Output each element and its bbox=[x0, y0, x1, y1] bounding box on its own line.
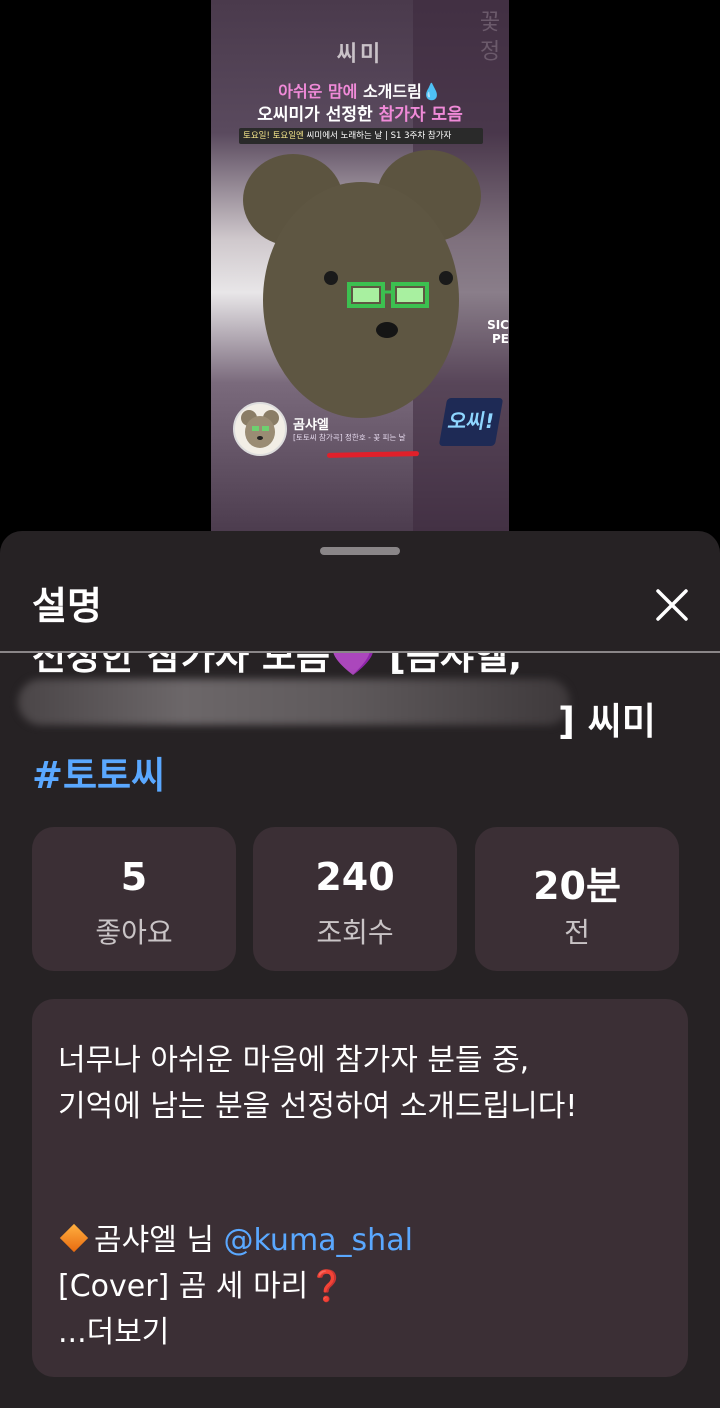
likes-stat: 5 좋아요 bbox=[32, 827, 236, 971]
video-headline-line1: 아쉬운 맘에 소개드림💧 bbox=[211, 78, 509, 102]
stats-row: 5 좋아요 240 조회수 20분 전 bbox=[32, 827, 688, 971]
likes-label: 좋아요 bbox=[95, 916, 173, 949]
program-badge: 오씨! bbox=[438, 398, 504, 446]
bear-avatar-icon bbox=[241, 410, 279, 448]
drag-handle[interactable] bbox=[320, 547, 400, 555]
close-icon[interactable] bbox=[650, 583, 694, 627]
creator-song-subtitle: [토토씨 참가곡] 정한호 - 꽃 피는 날 bbox=[293, 433, 406, 442]
hashtag-link[interactable]: #토토씨 bbox=[32, 745, 165, 799]
views-label: 조회수 bbox=[316, 916, 394, 949]
description-box[interactable]: 너무나 아쉬운 마음에 참가자 분들 중, 기억에 남는 분을 선정하여 소개드… bbox=[32, 999, 688, 1377]
description-line: 기억에 남는 분을 선정하여 소개드립니다! bbox=[58, 1089, 578, 1124]
views-count: 240 bbox=[315, 855, 395, 899]
headline-pink-text: 참가자 모음 bbox=[378, 105, 463, 125]
show-more-link[interactable]: ...더보기 bbox=[58, 1307, 169, 1351]
description-line: 너무나 아쉬운 마음에 참가자 분들 중, bbox=[58, 1043, 530, 1078]
featured-creator-line: 곰샤엘 님 @kuma_shal bbox=[58, 1215, 413, 1259]
creator-avatar bbox=[233, 402, 287, 456]
video-side-text: SIC PE bbox=[487, 318, 509, 346]
posted-time-label: 전 bbox=[564, 916, 590, 949]
headline-pink-text: 아쉬운 맘에 bbox=[278, 82, 358, 101]
views-stat: 240 조회수 bbox=[253, 827, 457, 971]
channel-logo: 씨미 bbox=[336, 42, 384, 67]
creator-mention-link[interactable]: @kuma_shal bbox=[223, 1223, 412, 1258]
red-underline-mark bbox=[326, 451, 420, 458]
video-player[interactable]: 씨미 꽃 정 아쉬운 맘에 소개드림💧 오씨미가 선정한 참가자 모음 토요일!… bbox=[211, 0, 509, 532]
featured-song-line: [Cover] 곰 세 마리❓ bbox=[58, 1261, 346, 1305]
likes-count: 5 bbox=[120, 855, 148, 899]
featured-creator-name: 곰샤엘 님 bbox=[94, 1223, 224, 1258]
featured-song-title: [Cover] 곰 세 마리 bbox=[58, 1269, 309, 1304]
video-title-line2-end: ] 씨미 bbox=[558, 700, 656, 743]
orange-diamond-icon bbox=[59, 1223, 89, 1253]
headline-text: 오씨미가 선정한 bbox=[257, 105, 379, 125]
description-sheet: 설명 선정한 참가자 모음💜 [곰샤엘, ] 씨미 #토토씨 5 좋아요 240… bbox=[0, 531, 720, 1408]
blurred-redaction bbox=[18, 679, 570, 725]
posted-time-value: 20분 bbox=[533, 864, 621, 908]
creator-name: 곰샤엘 bbox=[293, 418, 329, 433]
question-mark-icon: ❓ bbox=[308, 1269, 346, 1304]
corner-text: 꽃 정 bbox=[475, 10, 500, 61]
bear-mascot-image bbox=[243, 150, 481, 418]
headline-text: 소개드림💧 bbox=[357, 82, 442, 101]
video-headline-line2: 오씨미가 선정한 참가자 모음 bbox=[211, 100, 509, 125]
sheet-title: 설명 bbox=[32, 584, 102, 628]
posted-time-stat: 20분 전 bbox=[475, 827, 679, 971]
